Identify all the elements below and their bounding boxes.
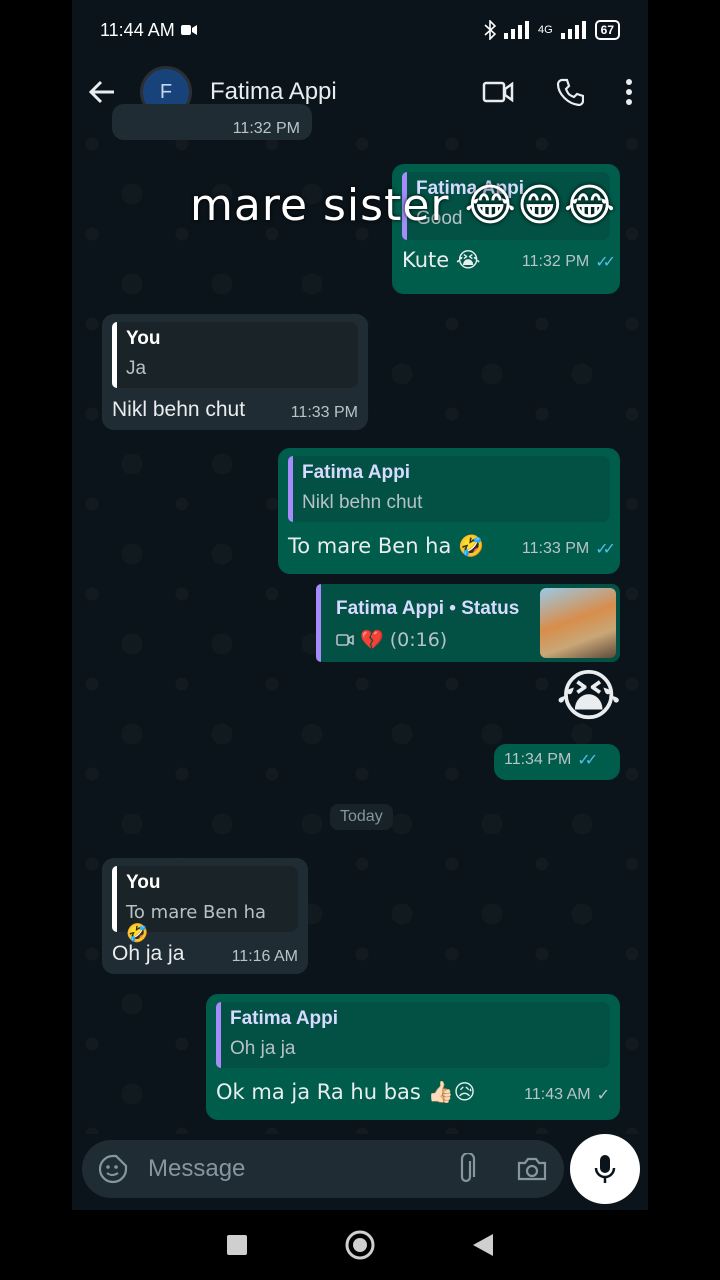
message-bubble-outgoing[interactable]: Fatima Appi Nikl behn chut To mare Ben h… (278, 448, 620, 574)
chat-area[interactable]: 11:32 PM Fatima Appi Good Kute 😭 11:32 P… (72, 104, 648, 1134)
message-text: Oh ja ja (112, 942, 185, 965)
quote-text: Oh ja ja (230, 1038, 296, 1059)
quoted-message[interactable]: Fatima Appi Nikl behn chut (288, 456, 610, 522)
status-time: 11:44 AM (100, 19, 175, 40)
attach-icon[interactable] (456, 1153, 476, 1185)
quote-text: 💔 (0:16) (360, 629, 448, 651)
back-arrow-icon[interactable] (88, 80, 116, 104)
quote-sender: You (126, 872, 161, 893)
message-meta: 11:43 AM ✓ (524, 1085, 610, 1105)
message-text: Ok ma ja Ra hu bas 👍🏻😥 (216, 1080, 476, 1104)
network-type: 4G (537, 24, 553, 36)
message-text: Kute 😭 (402, 248, 481, 272)
overlay-caption: mare sister 😂😁😂 (190, 180, 617, 231)
battery-indicator: 67 (594, 20, 620, 40)
status-reply-bubble[interactable]: Fatima Appi • Status 💔 (0:16) (316, 584, 620, 662)
message-text: To mare Ben ha 🤣 (288, 534, 485, 558)
quoted-message[interactable]: You Ja (112, 322, 358, 388)
bluetooth-icon (484, 20, 496, 40)
quoted-message[interactable]: Fatima Appi Oh ja ja (216, 1002, 610, 1068)
message-meta-bubble: 11:34 PM ✓✓ (494, 744, 620, 780)
sticker-emoji: 😭 (556, 664, 622, 729)
message-time: 11:32 PM (521, 253, 590, 270)
message-time: 11:33 PM (290, 404, 358, 421)
quote-text: To mare Ben ha 🤣 (126, 902, 267, 944)
recents-icon[interactable] (225, 1233, 249, 1257)
quote-sender: Fatima Appi (302, 462, 411, 483)
read-ticks-icon: ✓✓ (595, 254, 616, 271)
message-time: 11:34 PM (504, 751, 572, 768)
voice-call-icon[interactable] (556, 78, 584, 106)
quoted-status[interactable]: Fatima Appi • Status 💔 (0:16) (316, 584, 620, 662)
video-record-icon (180, 24, 197, 36)
message-text: Nikl behn chut (112, 398, 246, 421)
signal-icon (503, 21, 530, 39)
sent-tick-icon: ✓ (596, 1087, 610, 1104)
phone-screen: 11:44 AM 4G 67 F Fatima Appi 11:32 PM Fa… (72, 0, 648, 1210)
quote-sender: Fatima Appi (230, 1008, 339, 1029)
quote-text: Ja (126, 358, 147, 379)
system-nav-bar (0, 1210, 720, 1280)
read-ticks-icon: ✓✓ (577, 752, 598, 769)
status-thumbnail[interactable] (540, 588, 616, 658)
date-divider: Today (330, 804, 393, 830)
message-bubble-incoming[interactable]: You To mare Ben ha 🤣 Oh ja ja 11:16 AM (102, 858, 308, 974)
avatar-letter: F (159, 80, 173, 103)
partial-message: 11:32 PM (112, 104, 312, 140)
contact-name[interactable]: Fatima Appi (210, 78, 337, 106)
more-options-icon[interactable] (626, 79, 632, 105)
message-time: 11:33 PM (521, 540, 590, 557)
message-meta: 11:33 PM ✓✓ (521, 539, 616, 559)
message-bubble-outgoing[interactable]: Fatima Appi Oh ja ja Ok ma ja Ra hu bas … (206, 994, 620, 1120)
back-icon[interactable] (471, 1232, 495, 1258)
message-time: 11:43 AM (524, 1086, 591, 1103)
message-bubble-incoming[interactable]: You Ja Nikl behn chut 11:33 PM (102, 314, 368, 430)
camera-icon[interactable] (516, 1156, 548, 1182)
signal-icon-2 (560, 21, 587, 39)
quote-text: Nikl behn chut (302, 492, 423, 513)
read-ticks-icon: ✓✓ (595, 541, 616, 558)
message-time: 11:32 PM (232, 120, 300, 137)
video-status-icon (336, 633, 354, 647)
message-placeholder: Message (148, 1155, 246, 1182)
status-bar: 11:44 AM 4G 67 (72, 0, 648, 60)
message-input[interactable]: Message (82, 1140, 564, 1198)
quote-sender: You (126, 328, 161, 349)
sticker-icon[interactable] (98, 1154, 128, 1184)
message-time: 11:16 AM (231, 948, 298, 965)
home-icon[interactable] (344, 1229, 376, 1261)
quoted-message[interactable]: You To mare Ben ha 🤣 (112, 866, 298, 944)
microphone-icon (594, 1153, 616, 1185)
video-call-icon[interactable] (482, 80, 514, 104)
mic-button[interactable] (570, 1134, 640, 1204)
composer-bar: Message (72, 1134, 648, 1210)
message-meta: 11:32 PM ✓✓ (521, 252, 616, 272)
message-meta: 11:34 PM ✓✓ (504, 750, 598, 770)
